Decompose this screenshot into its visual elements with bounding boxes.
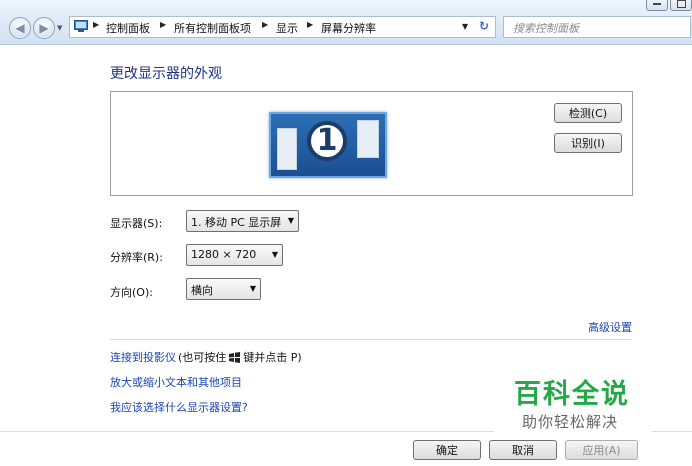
monitor-window-graphic — [277, 128, 297, 170]
address-bar[interactable]: ▶ 控制面板 ▶ 所有控制面板项 ▶ 显示 ▶ 屏幕分辨率 ▼ ↻ — [69, 16, 496, 38]
advanced-settings-link[interactable]: 高级设置 — [588, 319, 632, 335]
refresh-icon[interactable]: ↻ — [479, 19, 489, 33]
forward-arrow-icon: ▶ — [39, 21, 49, 35]
orientation-select[interactable]: 横向 ▼ — [186, 278, 261, 300]
resolution-select-value: 1280 × 720 — [191, 248, 257, 261]
connect-projector-link[interactable]: 连接到投影仪 — [110, 349, 176, 365]
projector-hint: (也可按住 键并点击 P) — [178, 349, 302, 365]
identify-button[interactable]: 识别(I) — [554, 133, 622, 153]
windows-logo-icon — [229, 352, 241, 363]
breadcrumb-separator-icon: ▶ — [160, 20, 167, 29]
back-button[interactable]: ◀ — [9, 17, 31, 39]
chevron-down-icon: ▼ — [271, 250, 278, 259]
resolution-label: 分辨率(R): — [110, 251, 163, 264]
detect-button[interactable]: 检测(C) — [554, 103, 622, 123]
breadcrumb-all-items[interactable]: 所有控制面板项 — [174, 20, 251, 36]
control-panel-icon — [74, 20, 88, 32]
window-controls — [644, 0, 692, 11]
display-label: 显示器(S): — [110, 217, 163, 230]
minimize-button[interactable] — [646, 0, 668, 11]
watermark-subtitle: 助你轻松解决 — [522, 413, 619, 431]
back-arrow-icon: ◀ — [15, 21, 25, 35]
breadcrumb-separator-icon: ▶ — [93, 20, 100, 29]
projector-hint-suffix: 键并点击 P) — [243, 351, 302, 364]
monitor-1-preview[interactable]: 1 — [269, 112, 387, 178]
history-dropdown-icon[interactable]: ▼ — [57, 24, 62, 32]
section-divider — [110, 339, 631, 340]
forward-button[interactable]: ▶ — [33, 17, 55, 39]
breadcrumb-display[interactable]: 显示 — [276, 20, 298, 36]
monitor-number-badge: 1 — [307, 121, 347, 161]
monitor-window-graphic — [357, 120, 379, 158]
display-help-link[interactable]: 我应该选择什么显示器设置? — [110, 399, 248, 415]
search-placeholder: 搜索控制面板 — [513, 22, 579, 35]
breadcrumb-separator-icon: ▶ — [307, 20, 314, 29]
watermark-title: 百科全说 — [514, 379, 630, 410]
breadcrumb-separator-icon: ▶ — [262, 20, 269, 29]
page-title: 更改显示器的外观 — [110, 66, 222, 82]
orientation-select-value: 横向 — [191, 284, 213, 297]
display-select-value: 1. 移动 PC 显示屏 — [191, 216, 282, 229]
display-preview-panel: 1 检测(C) 识别(I) — [110, 91, 633, 196]
ok-button[interactable]: 确定 — [413, 440, 481, 460]
address-toolbar: ◀ ▶ ▼ ▶ 控制面板 ▶ 所有控制面板项 ▶ 显示 ▶ 屏幕分辨率 ▼ ↻ … — [0, 0, 692, 45]
chevron-down-icon: ▼ — [287, 216, 294, 225]
watermark-logo: 百科全说 助你轻松解决 — [494, 368, 652, 440]
address-dropdown-icon[interactable]: ▼ — [462, 22, 468, 31]
monitor-number: 1 — [316, 123, 338, 158]
projector-hint-prefix: (也可按住 — [178, 351, 227, 364]
text-size-link[interactable]: 放大或缩小文本和其他项目 — [110, 374, 242, 390]
display-select[interactable]: 1. 移动 PC 显示屏 ▼ — [186, 210, 299, 232]
chevron-down-icon: ▼ — [249, 284, 256, 293]
breadcrumb-control-panel[interactable]: 控制面板 — [106, 20, 150, 36]
apply-button[interactable]: 应用(A) — [565, 440, 638, 460]
breadcrumb-screen-resolution[interactable]: 屏幕分辨率 — [321, 20, 376, 36]
search-input[interactable]: 搜索控制面板 — [503, 16, 691, 38]
orientation-label: 方向(O): — [110, 286, 153, 299]
resolution-select[interactable]: 1280 × 720 ▼ — [186, 244, 283, 266]
maximize-button[interactable] — [670, 0, 692, 11]
cancel-button[interactable]: 取消 — [489, 440, 557, 460]
